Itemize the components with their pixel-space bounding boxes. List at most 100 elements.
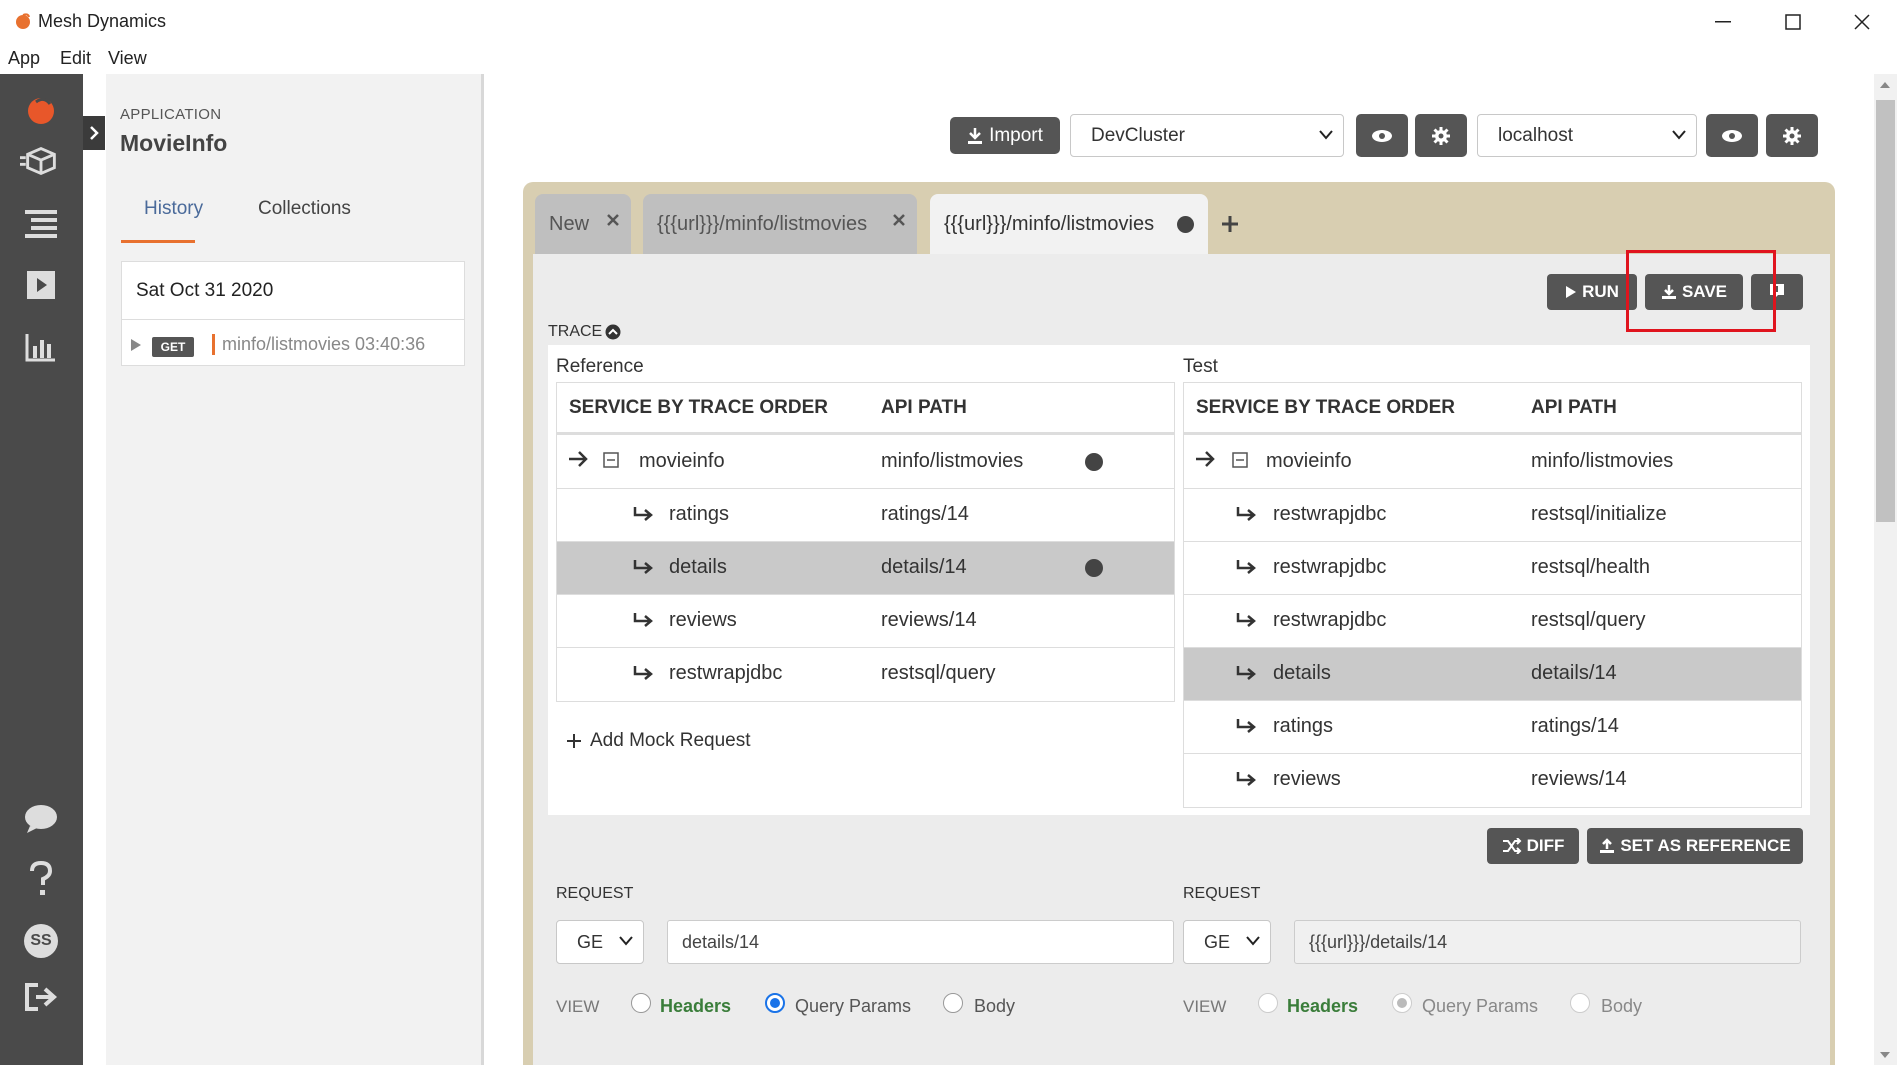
collapse-icon[interactable] [1232,452,1248,468]
add-mock-request-button[interactable]: Add Mock Request [566,730,751,752]
api-path: ratings/14 [1531,715,1619,737]
menu-view[interactable]: View [108,48,147,69]
body-option-left[interactable]: Body [974,996,1015,1017]
unsaved-dot-icon [1177,216,1194,233]
cube-services-icon[interactable] [20,140,62,182]
diff-button[interactable]: DIFF [1487,828,1579,864]
list-icon[interactable] [20,202,62,244]
trace-toggle[interactable]: TRACE [548,323,621,341]
table-row[interactable]: reviews reviews/14 [557,595,1174,648]
add-tab-button[interactable] [1220,214,1240,234]
service-name: movieinfo [1266,450,1352,472]
url-input-right[interactable]: {{{url}}}/details/14 [1294,920,1801,964]
close-window-button[interactable] [1827,0,1897,44]
expand-panel-button[interactable] [83,116,105,150]
child-arrow-icon [633,558,655,576]
tab-listmovies-1[interactable]: {{{url}}}/minfo/listmovies [643,194,917,254]
view-label-right: VIEW [1183,997,1227,1016]
host-settings-button[interactable] [1766,114,1818,157]
history-date: Sat Oct 31 2020 [136,280,274,301]
table-row[interactable]: reviews reviews/14 [1184,754,1801,807]
tab-listmovies-2[interactable]: {{{url}}}/minfo/listmovies [930,194,1208,254]
url-input-left[interactable]: details/14 [667,920,1174,964]
upload-icon [1600,838,1615,853]
arrow-right-icon [567,449,589,469]
api-path: reviews/14 [1531,768,1627,790]
help-icon[interactable] [20,858,62,900]
view-cluster-button[interactable] [1356,114,1408,157]
tab-new[interactable]: New [535,194,631,254]
api-path: ratings/14 [881,503,969,525]
test-title: Test [1183,356,1218,377]
set-as-reference-button[interactable]: SET AS REFERENCE [1587,828,1803,864]
table-row[interactable]: movieinfo minfo/listmovies [1184,436,1801,489]
cluster-settings-button[interactable] [1415,114,1467,157]
method-badge: GET [152,337,194,357]
radio-query-params-right[interactable] [1392,993,1412,1013]
scroll-down-icon[interactable] [1880,1052,1890,1060]
api-path: minfo/listmovies [1531,450,1674,472]
user-avatar[interactable]: SS [20,920,62,962]
radio-body-right[interactable] [1570,993,1590,1013]
minimize-button[interactable] [1688,0,1758,44]
import-button[interactable]: Import [950,117,1060,154]
table-row[interactable]: movieinfo minfo/listmovies [557,436,1174,489]
host-select[interactable]: localhost [1477,114,1697,157]
close-tab-icon[interactable] [893,214,905,226]
service-name: ratings [669,503,730,525]
table-row[interactable]: ratings ratings/14 [1184,701,1801,754]
method-select-left[interactable]: GE [556,920,644,964]
table-row[interactable]: ratings ratings/14 [557,489,1174,542]
menu-app[interactable]: App [8,48,40,69]
method-select-right[interactable]: GE [1183,920,1271,964]
view-host-button[interactable] [1706,114,1758,157]
child-arrow-icon [1236,558,1258,576]
api-path: reviews/14 [881,609,977,631]
table-row[interactable]: restwrapjdbc restsql/query [1184,595,1801,648]
divider [122,319,464,320]
scrollbar-thumb[interactable] [1876,100,1895,522]
service-name: restwrapjdbc [1273,609,1387,631]
cluster-select[interactable]: DevCluster [1070,114,1344,157]
tab-collections[interactable]: Collections [258,198,351,220]
radio-body-left[interactable] [943,993,963,1013]
left-rail: SS [0,74,83,1065]
scroll-up-icon[interactable] [1880,80,1890,88]
chevron-down-icon [1672,130,1686,140]
table-row[interactable]: restwrapjdbc restsql/query [557,648,1174,701]
logout-icon[interactable] [20,976,62,1018]
chat-icon[interactable] [20,798,62,840]
tab-history[interactable]: History [144,198,203,220]
headers-option-left[interactable]: Headers [660,996,731,1017]
gear-icon [1432,126,1450,145]
play-box-icon[interactable] [20,264,62,306]
service-name: details [669,556,727,578]
app-logo-icon [14,12,32,30]
brand-logo-icon[interactable] [20,88,62,130]
history-item-path[interactable]: minfo/listmovies 03:40:36 [212,334,425,355]
table-row[interactable]: details details/14 [1184,648,1801,701]
body-option-right[interactable]: Body [1601,996,1642,1017]
close-tab-icon[interactable] [607,214,619,226]
bar-chart-icon[interactable] [20,326,62,368]
radio-headers-right[interactable] [1258,993,1278,1013]
query-params-option-left[interactable]: Query Params [795,996,911,1017]
run-button[interactable]: RUN [1547,274,1637,310]
app-panel [106,74,484,1065]
table-row[interactable]: restwrapjdbc restsql/health [1184,542,1801,595]
radio-query-params-left[interactable] [765,993,785,1013]
child-arrow-icon [1236,717,1258,735]
query-params-option-right[interactable]: Query Params [1422,996,1538,1017]
service-name: reviews [1273,768,1341,790]
headers-option-right[interactable]: Headers [1287,996,1358,1017]
expand-arrow-icon[interactable] [130,338,142,352]
child-arrow-icon [1236,664,1258,682]
maximize-button[interactable] [1758,0,1828,44]
view-label-left: VIEW [556,997,600,1016]
play-icon [1566,286,1577,298]
collapse-icon[interactable] [603,452,619,468]
menu-edit[interactable]: Edit [60,48,91,69]
table-row[interactable]: restwrapjdbc restsql/initialize [1184,489,1801,542]
radio-headers-left[interactable] [631,993,651,1013]
table-row[interactable]: details details/14 [557,542,1174,595]
